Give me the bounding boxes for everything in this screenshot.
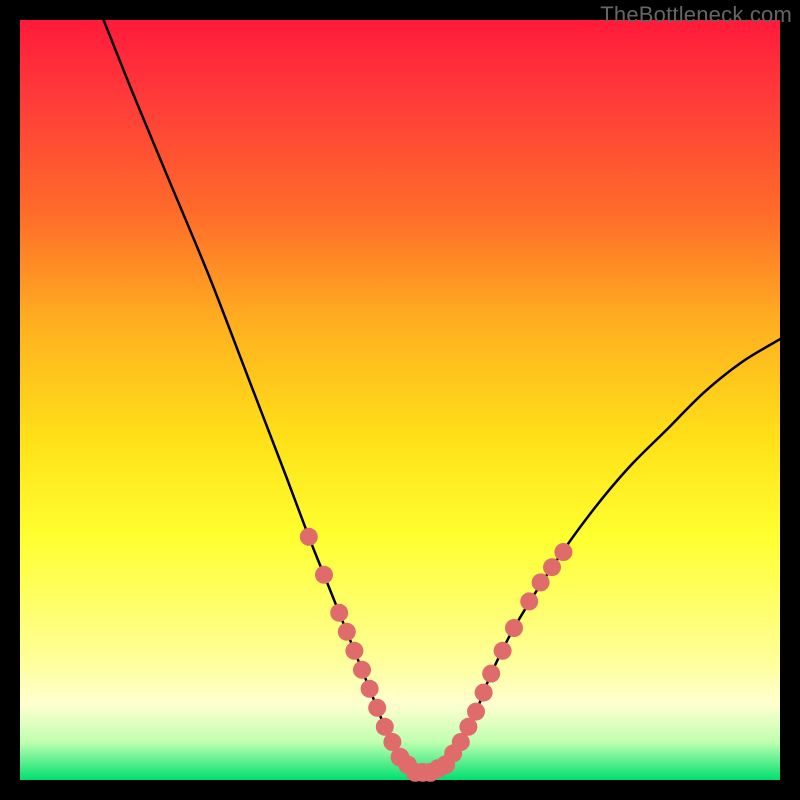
curve-marker — [475, 684, 493, 702]
curve-marker — [482, 665, 500, 683]
curve-markers — [300, 528, 573, 782]
curve-marker — [494, 642, 512, 660]
curve-marker — [467, 703, 485, 721]
curve-marker — [345, 642, 363, 660]
watermark-text: TheBottleneck.com — [600, 2, 792, 28]
curve-marker — [520, 592, 538, 610]
curve-marker — [505, 619, 523, 637]
curve-marker — [353, 661, 371, 679]
curve-marker — [532, 573, 550, 591]
curve-marker — [361, 680, 379, 698]
curve-marker — [368, 699, 386, 717]
curve-marker — [338, 623, 356, 641]
chart-svg — [20, 20, 780, 780]
curve-marker — [330, 604, 348, 622]
stage: TheBottleneck.com — [0, 0, 800, 800]
plot-area — [20, 20, 780, 780]
curve-marker — [554, 543, 572, 561]
curve-marker — [315, 566, 333, 584]
bottleneck-curve — [104, 20, 780, 774]
curve-marker — [543, 558, 561, 576]
curve-marker — [300, 528, 318, 546]
